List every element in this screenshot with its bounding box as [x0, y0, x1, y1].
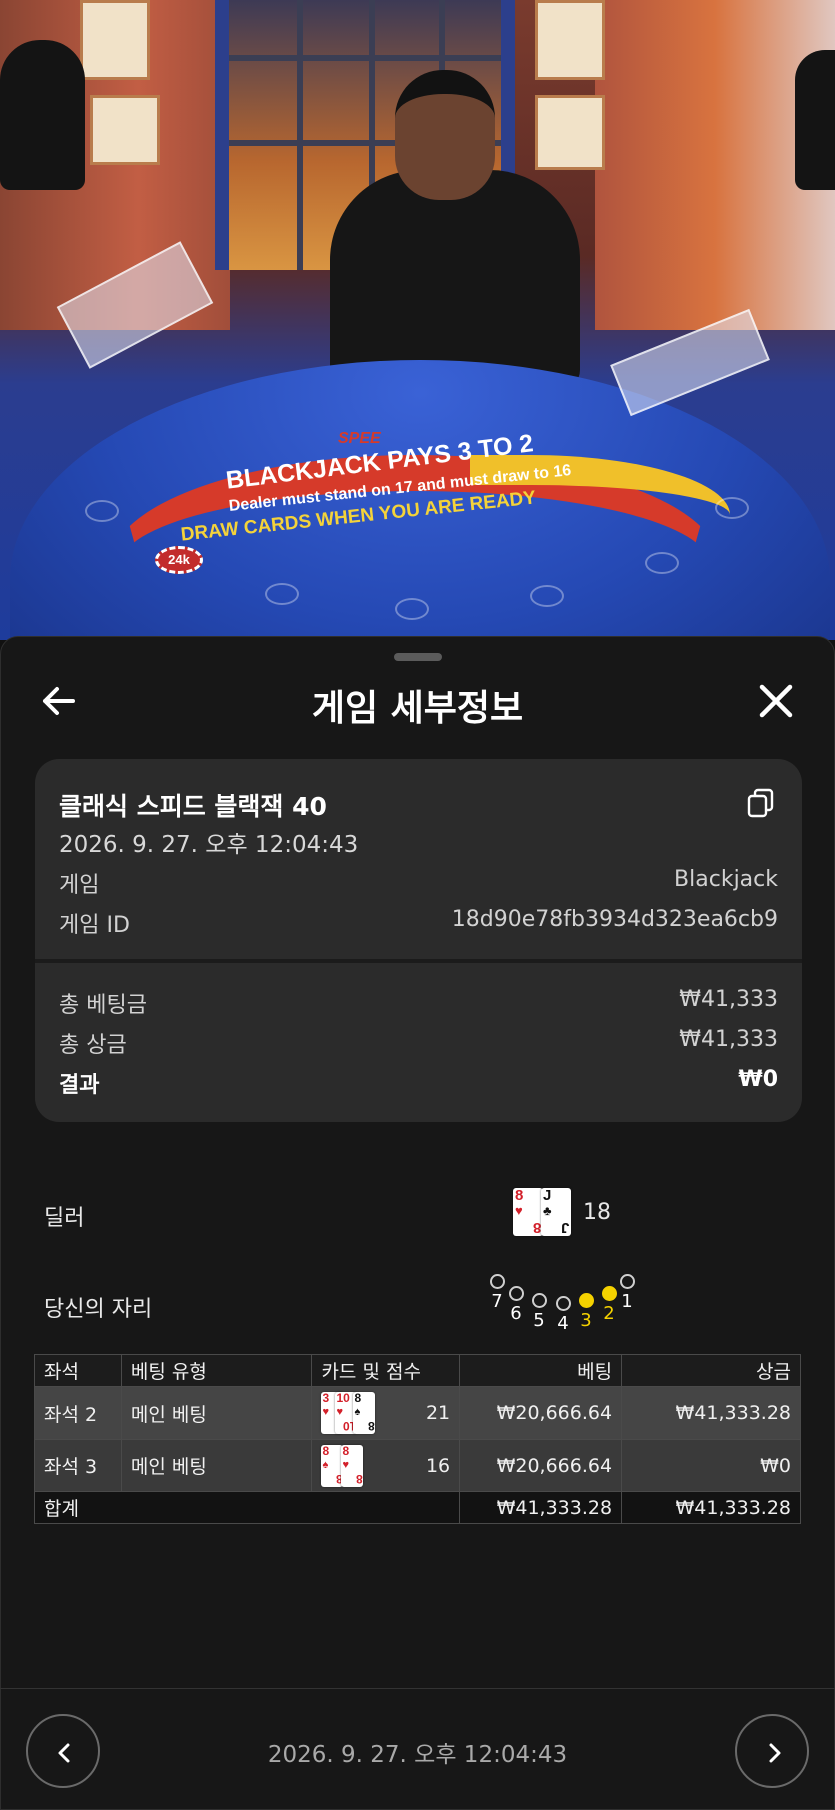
page-title: 게임 세부정보 [311, 688, 524, 729]
table-logo: SPEE [338, 430, 381, 447]
table-total-row: 합계 ₩41,333.28 ₩41,333.28 [33, 1491, 801, 1524]
result-value: ₩0 [738, 1067, 778, 1092]
seat-3: 3 [576, 1293, 596, 1331]
close-icon [759, 684, 793, 718]
table-header-row: 좌석 베팅 유형 카드 및 점수 베팅 상금 [34, 1354, 801, 1387]
seat-5: 5 [529, 1293, 549, 1331]
copy-button[interactable] [746, 787, 776, 819]
playing-card: 8 ♠ 8 [321, 1443, 344, 1487]
footer-datetime: 2026. 9. 27. 오후 12:04:43 [267, 1742, 568, 1768]
cell-seat: 좌석 2 [34, 1386, 122, 1440]
cell-win: ₩41,333.28 [621, 1386, 801, 1440]
game-datetime: 2026. 9. 27. 오후 12:04:43 [59, 832, 359, 858]
total-win-label: 총 상금 [59, 1033, 127, 1058]
result-label: 결과 [59, 1073, 100, 1098]
card-divider [35, 959, 802, 963]
footer-divider [0, 1688, 835, 1689]
your-seat-label: 당신의 자리 [44, 1297, 153, 1322]
playing-card: 8 ♠ 8 [353, 1391, 376, 1434]
seat-7: 7 [487, 1274, 507, 1312]
col-header-bet-type: 베팅 유형 [120, 1354, 313, 1387]
bet-spot [265, 583, 299, 605]
player-silhouette-right [795, 50, 835, 190]
col-header-bet: 베팅 [459, 1354, 623, 1387]
live-video-stream: SPEE BLACKJACK PAYS 3 TO 2 Dealer must s… [0, 0, 835, 640]
wall-panel [535, 0, 605, 80]
total-win: ₩41,333.28 [621, 1491, 801, 1524]
seat-4: 4 [553, 1296, 573, 1334]
bet-spot [530, 585, 564, 607]
next-round-button[interactable] [735, 1714, 809, 1788]
table-row: 좌석 2 메인 베팅 3 ♥ 3 10 ♥ 10 8 [34, 1386, 801, 1440]
playing-card: 8 ♥ 8 [341, 1443, 364, 1487]
col-header-seat: 좌석 [34, 1354, 122, 1387]
table-row: 좌석 3 메인 베팅 8 ♠ 8 8 ♥ 8 16 ₩20,666.64 ₩0 [34, 1439, 801, 1492]
dealer-head [395, 70, 495, 200]
cell-seat: 좌석 3 [34, 1439, 122, 1492]
game-summary-card: 클래식 스피드 블랙잭 40 2026. 9. 27. 오후 12:04:43 … [35, 759, 802, 1122]
seat-1: 1 [617, 1274, 637, 1312]
dealer-body [330, 170, 580, 390]
total-label: 합계 [33, 1491, 461, 1524]
bet-spot [85, 500, 119, 522]
game-label: 게임 [59, 873, 100, 898]
hand-score: 16 [425, 1454, 451, 1477]
playing-card: 8 ♥ 8 [513, 1187, 543, 1236]
wall-panel [535, 95, 605, 170]
playing-card: J ♣ J [541, 1187, 571, 1236]
total-bet-label: 총 베팅금 [59, 993, 147, 1018]
game-details-sheet: 게임 세부정보 클래식 스피드 블랙잭 40 2026. 9. 27. 오후 1… [0, 636, 835, 1810]
total-bet: ₩41,333.28 [459, 1491, 623, 1524]
wall-panel [80, 0, 150, 80]
total-bet-value: ₩41,333 [679, 987, 778, 1012]
total-win-value: ₩41,333 [679, 1027, 778, 1052]
hand-score: 21 [425, 1402, 451, 1424]
wall-panel [90, 95, 160, 165]
bet-chip: 24k [155, 546, 203, 574]
dealer-score: 18 [583, 1200, 611, 1225]
cell-cards: 3 ♥ 3 10 ♥ 10 8 ♠ 8 21 [311, 1386, 461, 1440]
cell-cards: 8 ♠ 8 8 ♥ 8 16 [311, 1439, 461, 1492]
sheet-drag-handle[interactable] [394, 653, 442, 661]
col-header-cards-score: 카드 및 점수 [311, 1354, 461, 1387]
game-id-label: 게임 ID [59, 913, 130, 938]
seat-2: 2 [599, 1286, 619, 1324]
cell-win: ₩0 [621, 1439, 801, 1492]
bets-table: 좌석 베팅 유형 카드 및 점수 베팅 상금 좌석 2 메인 베팅 3 ♥ 3 … [33, 1354, 801, 1524]
col-header-win: 상금 [621, 1354, 801, 1387]
chevron-right-icon [769, 1743, 781, 1763]
player-silhouette-left [0, 40, 85, 190]
bet-spot [715, 497, 749, 519]
close-button[interactable] [752, 677, 800, 725]
dealer-label: 딜러 [44, 1206, 85, 1231]
cell-bet-type: 메인 베팅 [120, 1439, 313, 1492]
game-id-value: 18d90e78fb3934d323ea6cb9 [451, 907, 778, 932]
bet-spot [645, 552, 679, 574]
cell-bet: ₩20,666.64 [459, 1386, 623, 1440]
game-value: Blackjack [674, 867, 778, 892]
seat-6: 6 [506, 1286, 526, 1324]
cell-bet-type: 메인 베팅 [120, 1386, 313, 1440]
cell-bet: ₩20,666.64 [459, 1439, 623, 1492]
bet-spot [395, 598, 429, 620]
game-name: 클래식 스피드 블랙잭 40 [59, 792, 327, 821]
copy-icon [747, 788, 774, 818]
